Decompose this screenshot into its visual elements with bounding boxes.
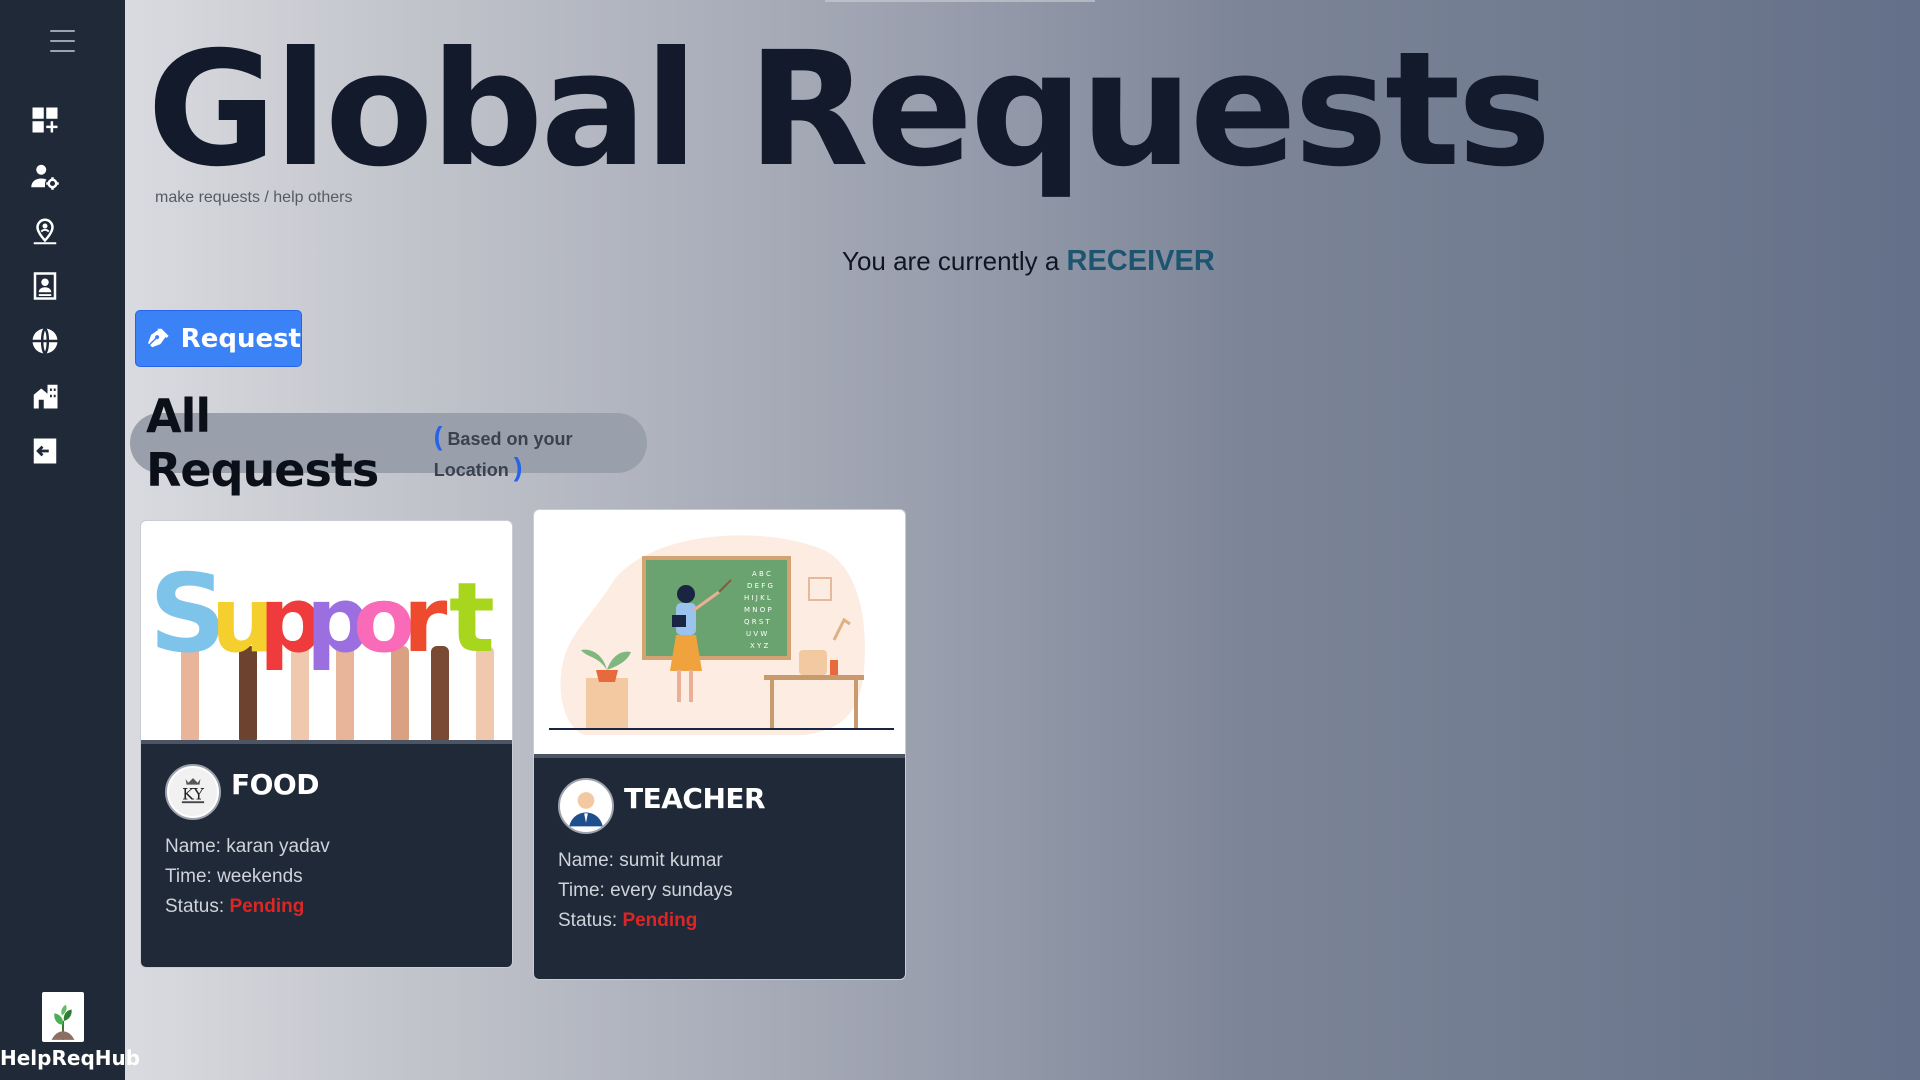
page-title: Global Requests <box>147 18 1551 202</box>
svg-text:t: t <box>449 562 495 674</box>
svg-text:X Y Z: X Y Z <box>750 642 769 650</box>
role-value: RECEIVER <box>1066 245 1215 277</box>
card-status-line: Status: Pending <box>165 896 305 917</box>
card-body: KY FOOD Name: karan yadav Time: weekends… <box>141 744 512 946</box>
avatar <box>558 778 614 834</box>
card-body: TEACHER Name: sumit kumar Time: every su… <box>534 758 905 960</box>
buildings-icon[interactable] <box>28 379 62 413</box>
card-time-line: Time: every sundays <box>558 880 733 901</box>
status-badge: Pending <box>229 896 305 917</box>
main-content: Global Requests make requests / help oth… <box>125 0 1920 1080</box>
svg-text:D E F G: D E F G <box>747 582 773 590</box>
svg-text:M N O P: M N O P <box>744 606 772 614</box>
svg-text:r: r <box>403 568 448 673</box>
sidebar: HelpReqHub <box>0 0 141 1080</box>
svg-text:Q R S T: Q R S T <box>744 618 770 626</box>
location-person-icon[interactable] <box>28 214 62 248</box>
avatar: KY <box>165 764 221 820</box>
menu-icon[interactable] <box>50 30 75 52</box>
card-title: TEACHER <box>624 781 766 815</box>
status-badge: Pending <box>622 910 698 931</box>
request-card[interactable]: A B C D E F G H I J K L M N O P Q R S T U V … <box>533 509 906 980</box>
request-button[interactable]: Request <box>135 310 302 367</box>
card-time-line: Time: weekends <box>165 866 303 887</box>
section-subtitle: ( Based on your Location ) <box>433 421 573 482</box>
role-indicator: You are currently a RECEIVER <box>842 245 1215 278</box>
dashboard-add-icon[interactable] <box>28 103 62 137</box>
brand-logo <box>41 992 84 1042</box>
contact-book-icon[interactable] <box>28 269 62 303</box>
top-divider <box>825 0 1095 2</box>
section-header: All Requests ( Based on your Location ) <box>130 389 647 497</box>
role-prefix: You are currently a <box>842 246 1060 276</box>
svg-text:KY: KY <box>182 784 204 803</box>
request-button-label: Request <box>180 323 301 354</box>
brand-name: HelpReqHub <box>0 1046 141 1070</box>
card-image-support: S u p p o r t <box>141 521 512 744</box>
svg-text:U V W: U V W <box>746 630 767 638</box>
svg-text:H I J K L: H I J K L <box>744 594 771 602</box>
logout-icon[interactable] <box>28 434 62 468</box>
globe-icon[interactable] <box>28 324 62 358</box>
card-status-line: Status: Pending <box>558 910 698 931</box>
request-card[interactable]: S u p p o r t KY FOOD Name: karan yadav … <box>140 520 513 968</box>
page-subtitle: make requests / help others <box>155 189 353 206</box>
card-title: FOOD <box>231 767 319 801</box>
pen-nib-icon <box>148 328 169 347</box>
card-name-line: Name: sumit kumar <box>558 850 723 871</box>
card-name-line: Name: karan yadav <box>165 836 330 857</box>
svg-text:A B C: A B C <box>752 570 771 578</box>
section-title: All Requests <box>146 389 379 497</box>
brand[interactable]: HelpReqHub <box>0 992 141 1070</box>
card-image-teacher: A B C D E F G H I J K L M N O P Q R S T U V … <box>534 510 905 758</box>
user-settings-icon[interactable] <box>28 159 62 193</box>
